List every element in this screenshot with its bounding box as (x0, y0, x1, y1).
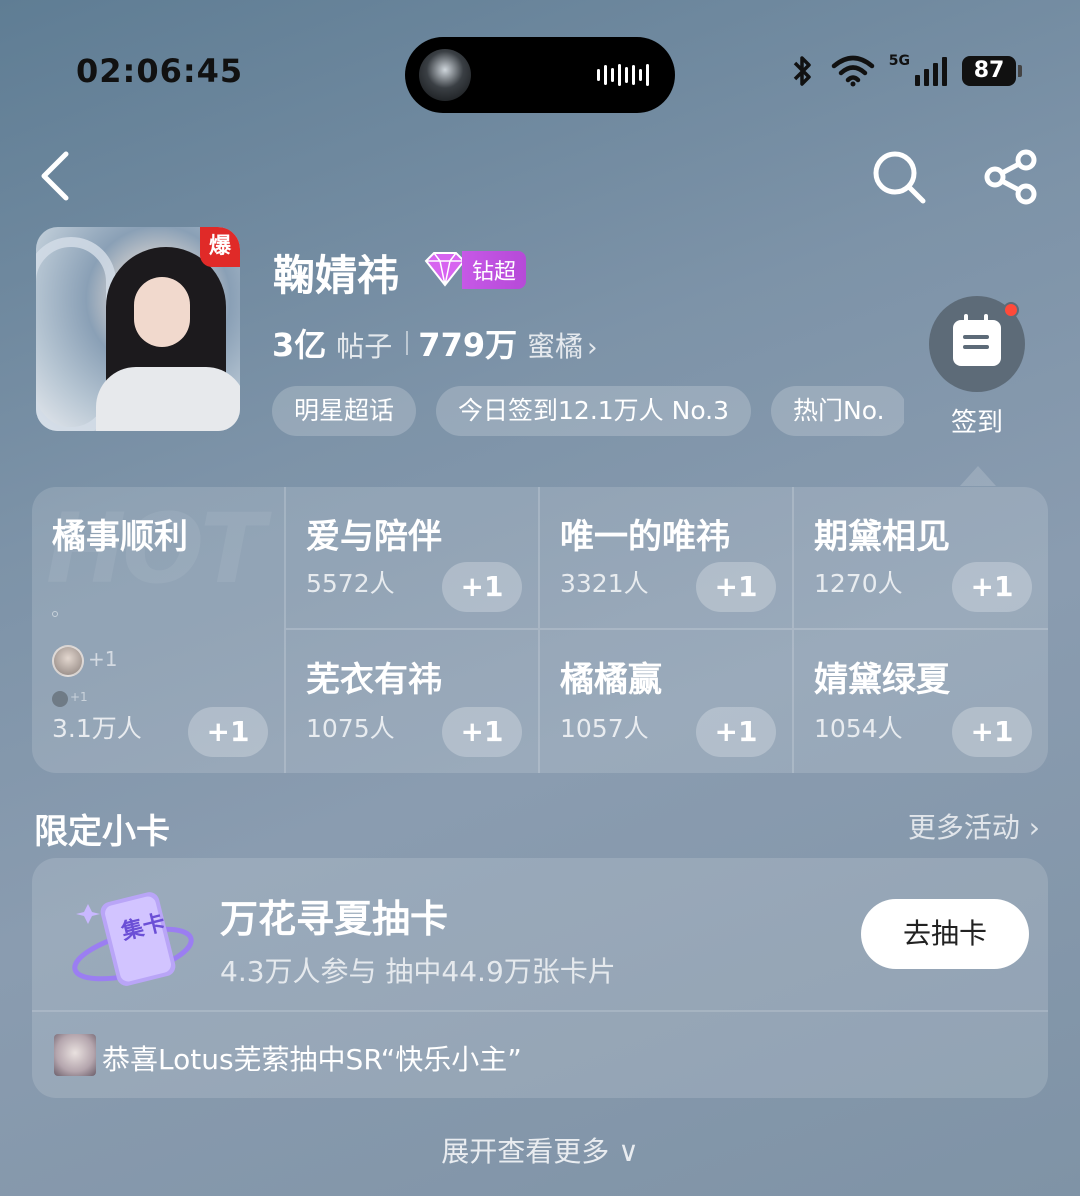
checkin-label[interactable]: 签到 (930, 402, 1024, 439)
cell-count: 5572人 (306, 569, 395, 598)
plus-one-button[interactable]: +1 (952, 707, 1032, 757)
avatar (52, 691, 68, 707)
grid-cell[interactable]: 芜衣有祎 1075人 +1 (286, 630, 540, 773)
dot-icon (52, 611, 58, 617)
support-grid: HOT 橘事顺利 +1 +1 3.1万人 +1 爱与陪伴 5572人 +1 唯一… (32, 487, 1048, 773)
wifi-icon (831, 55, 875, 87)
fan-count[interactable]: 779万 (418, 320, 517, 366)
cell-name: 期黛相见 (814, 517, 950, 557)
card-collection-icon: 集卡 (72, 892, 194, 986)
share-icon[interactable] (982, 148, 1040, 206)
hot-badge: 爆 (200, 227, 240, 267)
cell-name: 芜衣有祎 (306, 660, 442, 700)
plus-one-button[interactable]: +1 (696, 707, 776, 757)
cell-count: 3.1万人 (52, 714, 142, 743)
plus-one-button[interactable]: +1 (952, 562, 1032, 612)
battery-indicator: 87 (962, 56, 1022, 86)
network-type: 5G (888, 53, 910, 69)
plus-one-button[interactable]: +1 (442, 562, 522, 612)
cell-name: 婧黛绿夏 (814, 660, 950, 700)
cell-name: 橘橘赢 (560, 660, 662, 700)
plus-one-button[interactable]: +1 (188, 707, 268, 757)
stats-divider (406, 331, 409, 355)
bluetooth-icon (793, 56, 811, 86)
vip-level-badge[interactable]: 钻超 (420, 251, 527, 289)
cell-count: 1270人 (814, 569, 903, 598)
plus-one-button[interactable]: +1 (696, 562, 776, 612)
signal-icon (915, 57, 947, 86)
topic-title: 鞠婧祎 (273, 251, 400, 300)
now-playing-artwork (419, 49, 471, 101)
card-divider (32, 1010, 1048, 1012)
winner-announcement: 恭喜Lotus芜萦抽中SR“快乐小主” (102, 1043, 522, 1076)
grid-cell-featured[interactable]: HOT 橘事顺利 +1 +1 3.1万人 +1 (32, 487, 286, 773)
cell-name: 爱与陪伴 (306, 517, 442, 557)
expand-more-button[interactable]: 展开查看更多 ∨ (0, 1130, 1080, 1170)
cell-name: 橘事顺利 (52, 517, 188, 557)
notification-dot (1003, 302, 1019, 318)
fan-label[interactable]: 蜜橘 (527, 325, 583, 365)
card-title: 万花寻夏抽卡 (220, 897, 449, 941)
calendar-icon (953, 314, 1001, 366)
status-icons: 5G 87 (787, 53, 1022, 88)
more-activities-link[interactable]: 更多活动 › (908, 806, 1040, 846)
status-bar: 02:06:45 5G 87 (0, 0, 1080, 130)
cell-count: 1057人 (560, 714, 649, 743)
grid-cell[interactable]: 婧黛绿夏 1054人 +1 (794, 630, 1048, 773)
back-icon[interactable] (34, 148, 84, 204)
card-draw-activity[interactable]: 集卡 万花寻夏抽卡 4.3万人参与 抽中44.9万张卡片 去抽卡 恭喜Lotus… (32, 858, 1048, 1098)
dynamic-island[interactable] (405, 37, 675, 113)
cell-name: 唯一的唯祎 (560, 517, 730, 557)
popover-pointer (960, 466, 996, 486)
draw-card-button[interactable]: 去抽卡 (861, 899, 1029, 969)
status-time: 02:06:45 (76, 52, 244, 90)
topic-stats: 3亿 帖子 779万 蜜橘 › (272, 320, 598, 366)
checkin-button[interactable] (929, 296, 1025, 392)
section-title: 限定小卡 (34, 812, 170, 852)
post-count: 3亿 (272, 326, 327, 364)
grid-cell[interactable]: 橘橘赢 1057人 +1 (540, 630, 794, 773)
cell-count: 3321人 (560, 569, 649, 598)
grid-cell[interactable]: 唯一的唯祎 3321人 +1 (540, 487, 794, 630)
card-subtitle: 4.3万人参与 抽中44.9万张卡片 (220, 955, 616, 988)
topic-tags: 明星超话 今日签到12.1万人 No.3 热门No. (272, 386, 904, 438)
vip-label: 钻超 (462, 251, 527, 289)
mini-plus: +1 (88, 647, 118, 671)
tag-checkin-rank[interactable]: 今日签到12.1万人 No.3 (436, 386, 752, 436)
cell-count: 1054人 (814, 714, 903, 743)
tag-hot-rank[interactable]: 热门No. (771, 386, 904, 436)
search-icon[interactable] (870, 148, 928, 206)
grid-cell[interactable]: 爱与陪伴 5572人 +1 (286, 487, 540, 630)
plus-one-button[interactable]: +1 (442, 707, 522, 757)
audio-waveform-icon (597, 63, 649, 87)
post-label: 帖子 (336, 330, 393, 363)
topic-cover-image[interactable]: 爆 (36, 227, 240, 431)
tag-star-topic[interactable]: 明星超话 (272, 386, 417, 436)
avatar (52, 645, 84, 677)
mini-plus-small: +1 (70, 690, 88, 704)
chevron-right-icon[interactable]: › (587, 333, 597, 363)
grid-cell[interactable]: 期黛相见 1270人 +1 (794, 487, 1048, 630)
avatar (54, 1034, 96, 1076)
cell-count: 1075人 (306, 714, 395, 743)
